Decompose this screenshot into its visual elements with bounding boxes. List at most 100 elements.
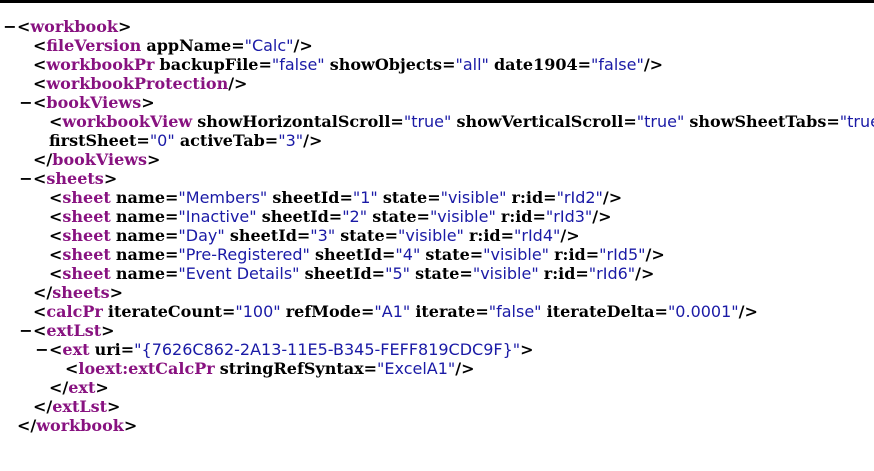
xml-punctuation: = [427,188,441,207]
xml-attribute-value: "false" [488,302,542,321]
xml-punctuation: > [101,321,115,340]
xml-punctuation: > [141,93,155,112]
xml-punctuation: = [296,226,311,245]
xml-tag-name: bookViews [52,150,148,169]
xml-punctuation: = [165,207,179,226]
xml-attribute-name: showSheetTabs [689,112,827,131]
xml-tag-name: sheets [52,283,110,302]
xml-punctuation: > [117,17,132,36]
xml-line: </ext> [0,378,874,397]
xml-punctuation: /> [228,74,248,93]
xml-attribute-value: "Inactive" [178,207,257,226]
xml-punctuation: = [500,226,514,245]
xml-attribute-name: sheetId [272,188,340,207]
xml-tag-name: workbook [30,17,118,36]
xml-line: </bookViews> [0,150,874,169]
xml-punctuation: = [623,112,637,131]
xml-punctuation: </ [33,283,53,302]
xml-attribute-name: name [115,188,165,207]
xml-punctuation: = [577,55,592,74]
xml-attribute-value: "1" [352,188,378,207]
xml-tag-name: workbook [36,416,124,435]
xml-punctuation: < [49,245,63,264]
xml-punctuation: = [363,359,378,378]
xml-attribute-name: state [415,264,460,283]
xml-punctuation: </ [17,416,37,435]
xml-punctuation: /> [560,226,580,245]
xml-punctuation: /> [738,302,758,321]
xml-attribute-name: date1904 [493,55,578,74]
xml-punctuation: = [221,302,236,321]
xml-punctuation: = [382,245,396,264]
xml-attribute-value: "Day" [178,226,225,245]
xml-punctuation: = [475,302,489,321]
xml-attribute-name: showHorizontalScroll [197,112,391,131]
xml-attribute-value: "4" [395,245,421,264]
xml-line: <sheet name="Members" sheetId="1" state=… [0,188,874,207]
xml-attribute-name: r:id [554,245,586,264]
xml-attribute-name: name [115,264,165,283]
xml-attribute-value: "0.0001" [667,302,739,321]
xml-attribute-value: "rId2" [556,188,603,207]
xml-punctuation: = [165,264,179,283]
xml-attribute-value: "false" [591,55,644,74]
xml-attribute-value: "3" [310,226,336,245]
xml-attribute-value: "Members" [178,188,268,207]
xml-tag-name: bookViews [46,93,142,112]
xml-line: firstSheet="0" activeTab="3"/> [0,131,874,150]
xml-tag-name: extLst [46,321,102,340]
xml-line: −<ext uri="{7626C862-2A13-11E5-B345-FEFF… [0,340,874,359]
xml-punctuation: = [264,131,279,150]
xml-attribute-value: "ExcelA1" [377,359,456,378]
xml-attribute-name: iterateDelta [546,302,655,321]
xml-attribute-name: sheetId [229,226,297,245]
xml-punctuation: = [371,264,386,283]
collapse-toggle-icon[interactable]: − [19,169,33,188]
xml-punctuation: /> [293,36,313,55]
xml-line: <sheet name="Event Details" sheetId="5" … [0,264,874,283]
xml-attribute-value: "5" [385,264,410,283]
xml-punctuation: = [165,245,179,264]
xml-attribute-name: sheetId [314,245,383,264]
xml-line: </workbook> [0,416,874,435]
xml-punctuation: > [520,340,534,359]
xml-line: <workbookView showHorizontalScroll="true… [0,112,874,131]
collapse-toggle-icon[interactable]: − [35,340,49,359]
xml-attribute-name: uri [94,340,121,359]
xml-punctuation: = [120,340,135,359]
xml-punctuation: = [390,112,404,131]
collapse-toggle-icon[interactable]: − [3,17,17,36]
xml-attribute-value: "visible" [398,226,464,245]
xml-punctuation: = [469,245,484,264]
xml-attribute-value: "3" [278,131,304,150]
xml-punctuation: = [360,302,375,321]
xml-line: <sheet name="Inactive" sheetId="2" state… [0,207,874,226]
xml-attribute-name: iterate [415,302,476,321]
collapse-toggle-icon[interactable]: − [19,93,33,112]
collapse-toggle-icon[interactable]: − [19,321,33,340]
xml-tag-name: sheet [62,207,111,226]
xml-punctuation: = [165,226,179,245]
xml-tag-name: loext:extCalcPr [78,359,215,378]
xml-punctuation: < [49,112,63,131]
xml-line: </extLst> [0,397,874,416]
xml-line: <fileVersion appName="Calc"/> [0,36,874,55]
xml-attribute-name: showObjects [329,55,443,74]
xml-tag-name: sheets [46,169,104,188]
xml-attribute-name: state [372,207,417,226]
xml-punctuation: < [33,36,47,55]
xml-attribute-name: iterateCount [107,302,222,321]
xml-attribute-value: "Event Details" [178,264,300,283]
xml-line: <sheet name="Pre-Registered" sheetId="4"… [0,245,874,264]
xml-punctuation: > [123,416,138,435]
xml-attribute-value: "100" [235,302,281,321]
xml-punctuation: < [33,93,47,112]
xml-attribute-name: activeTab [179,131,265,150]
xml-punctuation: = [416,207,430,226]
xml-attribute-name: r:id [468,226,501,245]
xml-punctuation: < [33,321,47,340]
xml-attribute-value: "true" [403,112,452,131]
xml-attribute-name: refMode [285,302,361,321]
xml-tag-name: workbookPr [46,55,155,74]
xml-attribute-value: "true" [839,112,874,131]
